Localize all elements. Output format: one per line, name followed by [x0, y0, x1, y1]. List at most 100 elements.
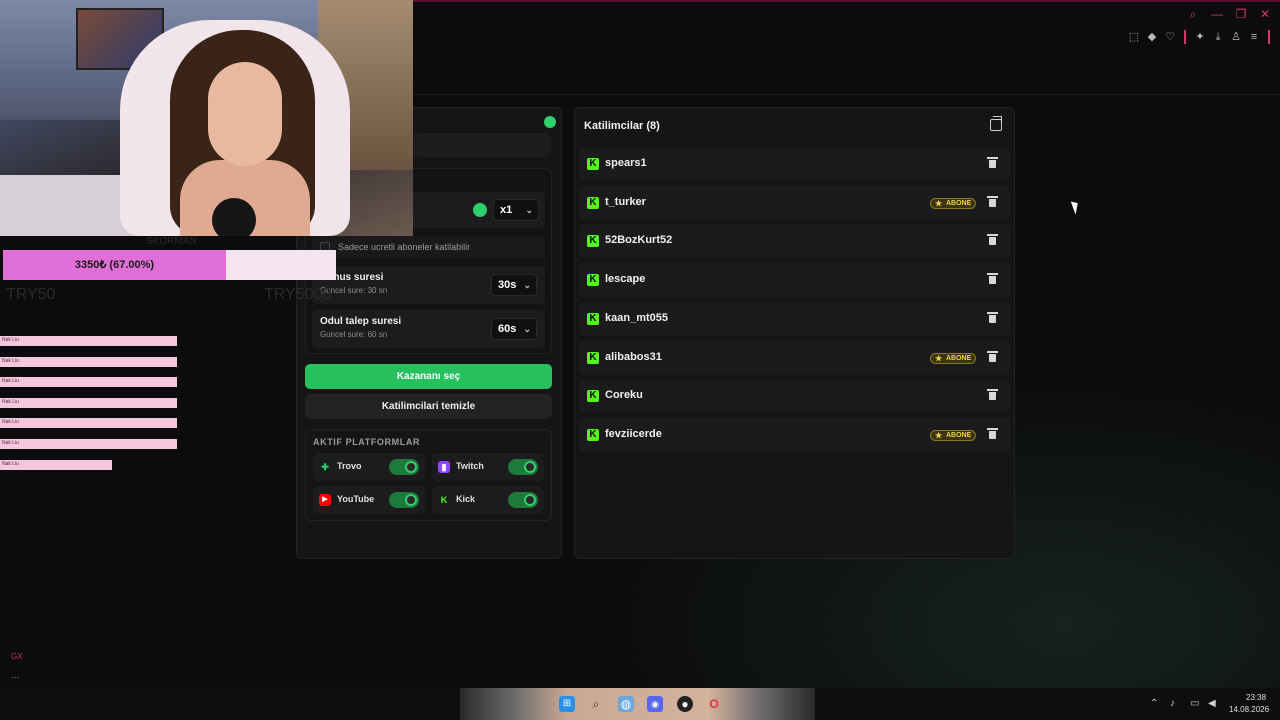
platform-youtube: ▶ YouTube: [313, 486, 425, 514]
toggle-knob: [405, 494, 417, 506]
goal-overlay-label: SKORMAN: [146, 236, 197, 247]
trash-can: [989, 160, 996, 168]
trash-icon[interactable]: [987, 350, 998, 362]
platform-name: Trovo: [337, 461, 362, 471]
subscriber-badge: ABONE: [930, 429, 977, 441]
youtube-toggle[interactable]: [389, 492, 419, 508]
tray-chevron-icon[interactable]: ⌃: [1150, 698, 1158, 709]
trash-icon[interactable]: [987, 427, 998, 439]
trash-lid: [987, 311, 998, 314]
clear-participants-button[interactable]: Katilimcilari temizle: [305, 394, 552, 419]
kick-icon: K: [587, 390, 599, 403]
browser-icon[interactable]: ◍: [618, 696, 634, 712]
platform-name: YouTube: [337, 494, 375, 504]
multiplier-value: x1: [500, 204, 513, 216]
chat-row: Nak Liu: [0, 459, 112, 470]
extensions-separator: [1184, 30, 1186, 44]
microphone-tray-icon[interactable]: ♪: [1170, 698, 1175, 709]
claim-timer-subtitle: Guncel sure: 60 sn: [320, 330, 388, 339]
platform-twitch: ▮ Twitch: [432, 453, 544, 481]
multiplier-select[interactable]: x1 ⌄: [493, 199, 539, 221]
subscriber-badge: ABONE: [930, 197, 977, 209]
toggle-knob: [524, 494, 536, 506]
chevron-down-icon: ⌄: [523, 280, 531, 290]
trovo-icon: ✚: [321, 462, 329, 472]
trash-icon[interactable]: [987, 389, 998, 401]
network-icon[interactable]: ▭: [1190, 698, 1199, 709]
trash-icon[interactable]: [987, 157, 998, 168]
trash-can: [989, 198, 996, 207]
volume-icon[interactable]: ◀: [1208, 698, 1216, 709]
trash-icon[interactable]: [987, 195, 998, 207]
participant-row: Kfevziicerde ABONE: [579, 417, 1010, 452]
windows-start-icon[interactable]: ⊞: [559, 696, 575, 712]
multiplier-info-dot: [473, 203, 487, 217]
trash-icon[interactable]: [987, 234, 998, 246]
trash-icon[interactable]: [987, 273, 998, 285]
donation-goal-bar: 3350₺ (67.00%): [3, 250, 336, 280]
toggle-knob: [524, 461, 536, 473]
participant-name: lescape: [605, 273, 646, 286]
close-icon[interactable]: ✕: [1258, 7, 1272, 21]
participant-name: t_turker: [605, 195, 646, 208]
obs-icon[interactable]: ●: [677, 696, 693, 712]
participant-row: K Coreku: [579, 379, 1010, 414]
trash-can: [989, 392, 996, 401]
twitch-toggle[interactable]: [508, 459, 538, 475]
kick-icon: K: [587, 351, 599, 364]
goal-min-label: TRY50: [6, 286, 56, 303]
puzzle-icon[interactable]: ✦: [1194, 31, 1206, 43]
trash-can: [989, 430, 996, 439]
chat-row: Nak Liu: [0, 377, 177, 388]
trash-icon[interactable]: [987, 311, 998, 323]
shield-icon[interactable]: ◆: [1146, 31, 1158, 43]
sidebar-more-icon[interactable]: ...: [11, 670, 19, 681]
bonus-timer-value: 30s: [498, 279, 517, 291]
chat-row: Nak Liu: [0, 397, 177, 408]
chat-row: Nak Liu: [0, 356, 177, 367]
trash-lid: [987, 350, 998, 353]
pick-winner-button[interactable]: Kazananı seç: [305, 364, 552, 389]
clock-time[interactable]: 23:38: [1246, 693, 1266, 702]
kick-icon: K: [587, 235, 599, 248]
menu-icon[interactable]: ≡: [1248, 31, 1260, 43]
platforms-title: AKTIF PLATFORMLAR: [313, 437, 421, 447]
kick-icon: K: [587, 158, 599, 170]
download-icon[interactable]: ⤓: [1212, 31, 1224, 43]
bonus-timer-row: Bonus suresi Guncel sure: 30 sn 30s ⌄: [312, 266, 545, 304]
extensions-separator-2: [1268, 30, 1270, 44]
participant-name: fevziicerde: [605, 427, 662, 440]
webcam-overlay: [0, 0, 413, 236]
active-platforms-card: AKTIF PLATFORMLAR ✚ Trovo ▮ Twitch ▶ You…: [305, 429, 552, 521]
search-icon[interactable]: ⌕: [1186, 7, 1200, 21]
participant-name: 52BozKurt52: [605, 234, 673, 247]
discord-icon[interactable]: ◉: [647, 696, 663, 712]
trovo-toggle[interactable]: [389, 459, 419, 475]
kick-icon: K: [587, 274, 599, 287]
opera-gx-icon[interactable]: O: [706, 696, 722, 712]
goal-max-label: TRY5000: [264, 286, 332, 303]
heart-icon[interactable]: ♡: [1164, 31, 1176, 43]
kick-toggle[interactable]: [508, 492, 538, 508]
restore-icon[interactable]: ❐: [1234, 7, 1248, 21]
copy-icon[interactable]: [990, 116, 1002, 131]
trash-lid: [987, 234, 998, 237]
search-icon[interactable]: ⌕: [588, 696, 604, 712]
chat-row: Nak Liu: [0, 418, 177, 429]
participant-row: Kkaan_mt055: [579, 301, 1010, 336]
subscribers-only-option[interactable]: Sadece ucretli aboneler katilabilir: [312, 236, 545, 258]
profile-icon[interactable]: ♙: [1230, 31, 1242, 43]
browser-gx-label[interactable]: GX: [11, 652, 23, 661]
platform-name: Twitch: [456, 461, 484, 471]
claim-timer-title: Odul talep suresi: [320, 316, 402, 327]
claim-timer-value: 60s: [498, 323, 517, 335]
mouse-cursor-icon: [1070, 199, 1082, 215]
status-indicator: [544, 116, 556, 128]
keyword-input[interactable]: [413, 133, 551, 157]
minimize-icon[interactable]: —: [1210, 7, 1224, 21]
claim-timer-select[interactable]: 60s ⌄: [491, 318, 537, 340]
bonus-timer-select[interactable]: 30s ⌄: [491, 274, 537, 296]
clock-date[interactable]: 14.08.2026: [1229, 705, 1269, 714]
participant-row: K 52BozKurt52: [579, 224, 1010, 259]
screenshot-icon[interactable]: ⬚: [1128, 31, 1140, 43]
